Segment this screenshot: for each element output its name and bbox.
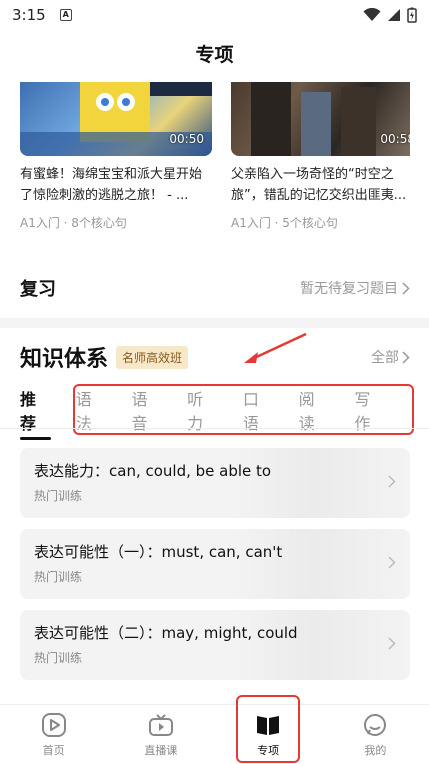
chevron-right-icon [388, 556, 396, 573]
video-card[interactable]: 00:50 有蜜蜂！海绵宝宝和派大星开始了惊险刺激的逃脱之旅！ - ... A1… [20, 82, 212, 231]
bottom-nav: 首页 直播课 专项 我的 [0, 704, 429, 764]
review-status[interactable]: 暂无待复习题目 [300, 278, 410, 298]
annotation-box-nav [236, 695, 300, 763]
status-bar: 3:15 A [0, 0, 429, 30]
chevron-right-icon [402, 350, 410, 364]
page-title: 专项 [195, 44, 234, 66]
nav-label: 直播课 [144, 743, 178, 757]
card-subtitle: 热门训练 [34, 651, 83, 665]
nav-item-live[interactable]: 直播课 [107, 705, 214, 764]
video-duration: 00:58 [380, 132, 410, 146]
video-list: 00:50 有蜜蜂！海绵宝宝和派大星开始了惊险刺激的逃脱之旅！ - ... A1… [20, 82, 410, 242]
nav-label: 首页 [42, 743, 65, 757]
training-card[interactable]: 表达能力：can, could, be able to 热门训练 [20, 448, 410, 518]
battery-icon [407, 7, 417, 23]
card-title: 表达可能性（一）：must, can, can't [34, 543, 283, 561]
nav-label: 我的 [364, 743, 387, 757]
nav-item-profile[interactable]: 我的 [322, 705, 429, 764]
video-duration: 00:50 [169, 132, 204, 146]
video-card[interactable]: 00:58 父亲陷入一场奇怪的“时空之旅”，错乱的记忆交织出匪夷... A1入门… [231, 82, 410, 231]
training-card[interactable]: 表达可能性（二）：may, might, could 热门训练 [20, 610, 410, 680]
card-subtitle: 热门训练 [34, 489, 83, 503]
knowledge-title: 知识体系 [20, 347, 109, 372]
view-all-link[interactable]: 全部 [371, 347, 410, 367]
sim-icon: A [59, 9, 72, 21]
chevron-right-icon [388, 475, 396, 492]
review-status-text: 暂无待复习题目 [300, 281, 398, 297]
teacher-class-badge[interactable]: 名师高效班 [116, 345, 189, 369]
tab-recommend[interactable]: 推荐 [20, 386, 51, 440]
chevron-right-icon [388, 637, 396, 654]
nav-item-home[interactable]: 首页 [0, 705, 107, 764]
card-subtitle: 热门训练 [34, 570, 83, 584]
card-title: 表达可能性（二）：may, might, could [34, 624, 298, 642]
tv-icon [148, 713, 173, 736]
status-icons [363, 7, 417, 23]
video-thumbnail[interactable]: 00:58 [231, 82, 410, 156]
knowledge-header: 知识体系 名师高效班 全部 [20, 340, 410, 374]
view-all-label: 全部 [371, 350, 399, 366]
section-divider [0, 318, 429, 328]
wifi-icon [363, 8, 381, 21]
training-card[interactable]: 表达可能性（一）：must, can, can't 热门训练 [20, 529, 410, 599]
annotation-arrow-icon [244, 332, 307, 363]
play-circle-icon [41, 712, 66, 737]
video-title[interactable]: 有蜜蜂！海绵宝宝和派大星开始了惊险刺激的逃脱之旅！ - ... [20, 164, 212, 206]
profile-face-icon [364, 713, 387, 736]
status-time: 3:15 [12, 6, 46, 24]
signal-icon [388, 9, 400, 21]
review-row[interactable]: 复习 暂无待复习题目 [20, 270, 410, 306]
video-meta: A1入门 · 5个核心句 [231, 216, 338, 230]
video-title[interactable]: 父亲陷入一场奇怪的“时空之旅”，错乱的记忆交织出匪夷... [231, 164, 410, 206]
video-meta: A1入门 · 8个核心句 [20, 216, 127, 230]
tab-divider [0, 428, 429, 429]
review-label: 复习 [20, 279, 56, 300]
card-title: 表达能力：can, could, be able to [34, 462, 272, 480]
video-thumbnail[interactable]: 00:50 [20, 82, 212, 156]
chevron-right-icon [402, 281, 410, 295]
